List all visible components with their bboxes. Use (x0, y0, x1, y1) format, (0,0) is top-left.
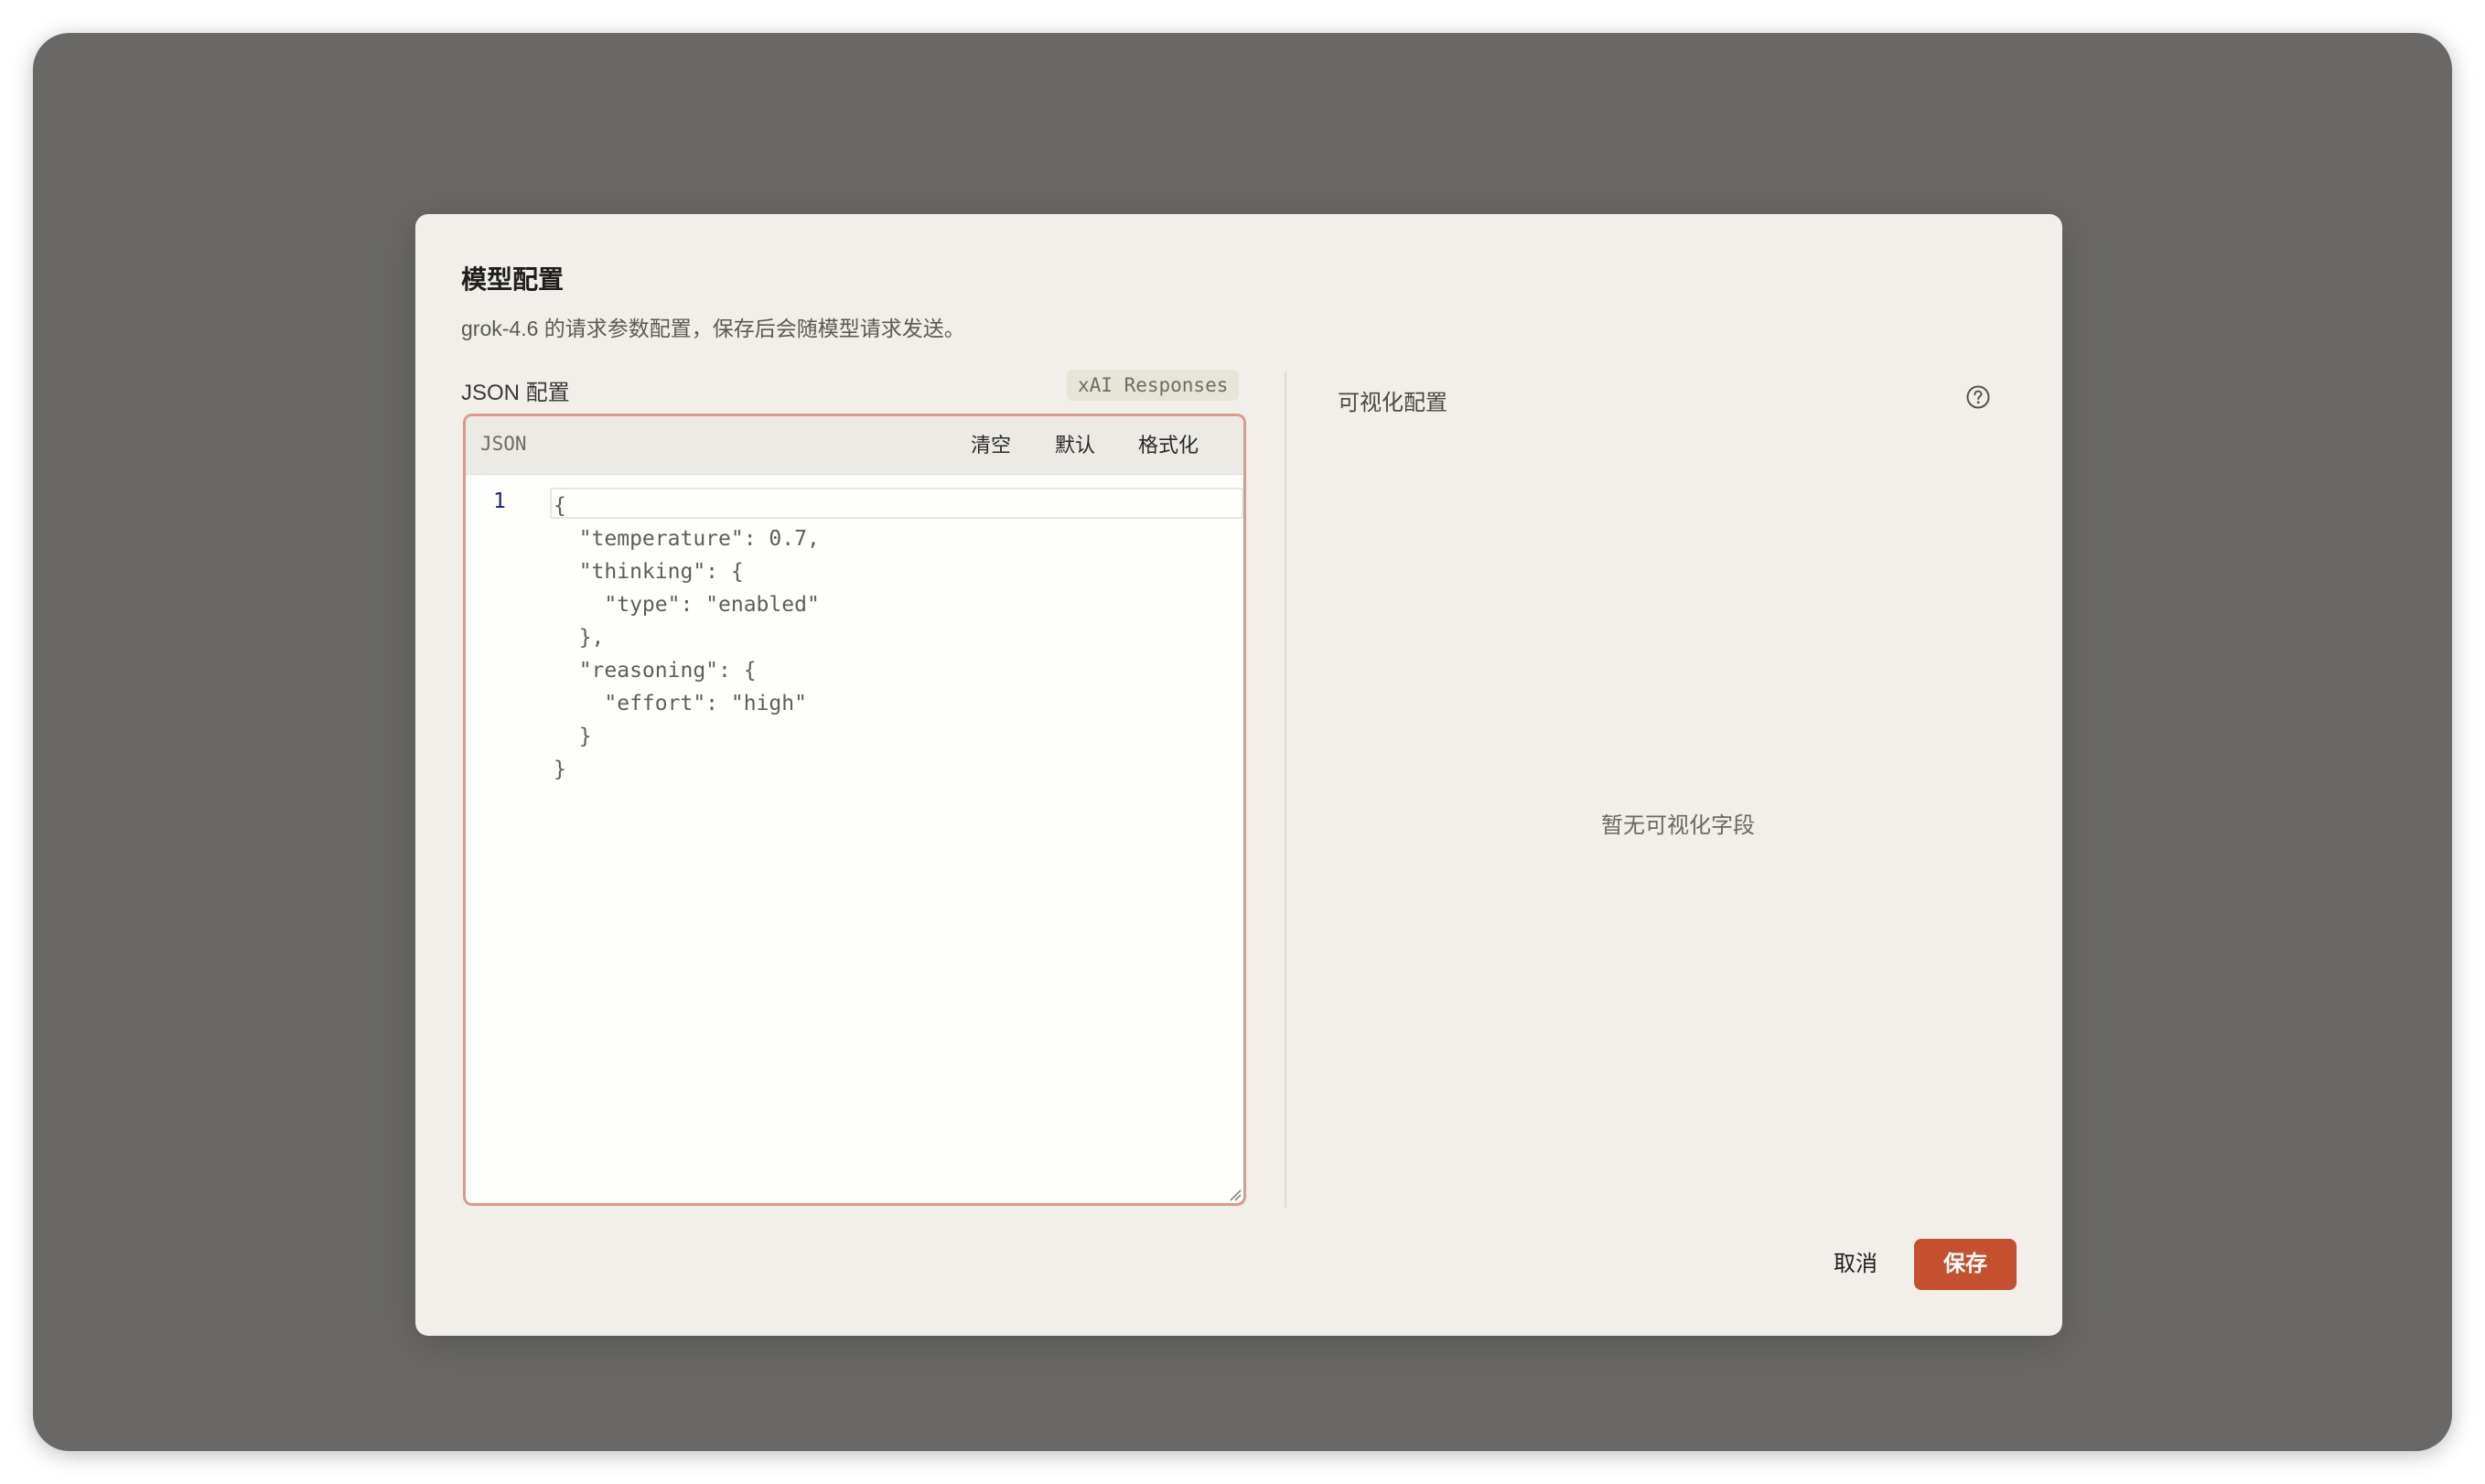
editor-language-label: JSON (480, 433, 527, 455)
visual-config-label: 可视化配置 (1338, 391, 1447, 415)
model-config-dialog: 模型配置 grok-4.6 的请求参数配置，保存后会随模型请求发送。 JSON … (415, 214, 2062, 1336)
app-window: 模型配置 grok-4.6 的请求参数配置，保存后会随模型请求发送。 JSON … (33, 33, 2452, 1451)
format-button[interactable]: 格式化 (1126, 427, 1210, 464)
default-button[interactable]: 默认 (1044, 427, 1106, 464)
question-circle-icon[interactable] (1965, 384, 1991, 410)
panel-divider (1285, 371, 1286, 1208)
resize-grip-icon[interactable] (1227, 1187, 1242, 1201)
dialog-subtitle: grok-4.6 的请求参数配置，保存后会随模型请求发送。 (461, 317, 965, 340)
clear-button[interactable]: 清空 (960, 427, 1022, 464)
code-content[interactable]: { "temperature": 0.7, "thinking": { "typ… (554, 489, 820, 786)
line-number: 1 (493, 489, 506, 513)
json-editor[interactable]: JSON 清空 默认 格式化 1 { "temperature": 0.7, "… (463, 414, 1246, 1206)
editor-toolbar: JSON 清空 默认 格式化 (466, 416, 1243, 475)
code-area[interactable]: 1 { "temperature": 0.7, "thinking": { "t… (466, 475, 1243, 1203)
cancel-button[interactable]: 取消 (1810, 1239, 1901, 1290)
dialog-title: 模型配置 (461, 265, 565, 294)
empty-state-text: 暂无可视化字段 (1601, 813, 1755, 838)
json-section-label: JSON 配置 (461, 381, 570, 405)
provider-badge: xAI Responses (1067, 370, 1240, 401)
save-button[interactable]: 保存 (1914, 1239, 2017, 1290)
